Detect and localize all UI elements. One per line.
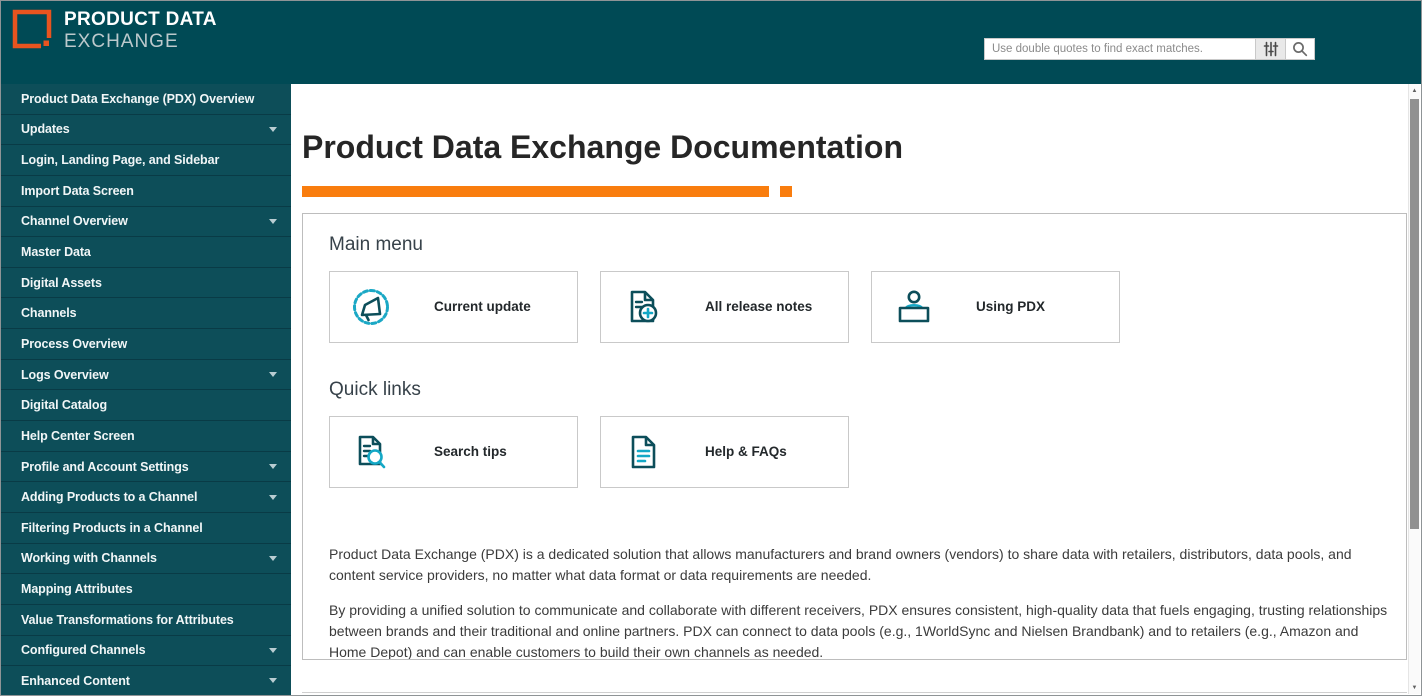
logo-line1: PRODUCT DATA [64,9,217,30]
sidebar-item-channel-overview[interactable]: Channel Overview [1,207,291,238]
search-icon [1293,42,1308,57]
sidebar-item-label: Logs Overview [21,367,109,382]
chevron-down-icon [269,555,277,561]
sidebar-item-product-data-exchange-pdx-overview[interactable]: Product Data Exchange (PDX) Overview [1,84,291,115]
sidebar-item-value-transformations-for-attributes[interactable]: Value Transformations for Attributes [1,605,291,636]
sidebar-item-master-data[interactable]: Master Data [1,237,291,268]
card-search-tips[interactable]: Search tips [329,415,578,488]
card-row: Current update All release notes Using P… [329,270,1392,343]
megaphone-seal-icon [350,285,394,329]
body-paragraph: Product Data Exchange (PDX) is a dedicat… [329,545,1352,583]
sidebar-item-import-data-screen[interactable]: Import Data Screen [1,176,291,207]
sidebar-item-configured-channels[interactable]: Configured Channels [1,636,291,667]
sidebar-item-label: Enhanced Content [21,673,130,688]
search-bar [984,38,1315,60]
sidebar-item-label: Configured Channels [21,643,146,658]
card-using-pdx[interactable]: Using PDX [871,270,1120,343]
sidebar-item-label: Product Data Exchange (PDX) Overview [21,91,255,106]
sidebar-item-label: Import Data Screen [21,183,134,198]
sidebar-item-label: Value Transformations for Attributes [21,612,234,627]
card-label: Using PDX [976,299,1046,315]
body-paragraph: By providing a unified solution to commu… [329,601,1388,660]
scrollbar-down-arrow[interactable]: ▼ [1409,681,1420,694]
filter-sliders-icon [1263,41,1278,57]
menu-section: Quick links Search tips Help & FAQs [329,379,1392,488]
sidebar-item-logs-overview[interactable]: Logs Overview [1,360,291,391]
chevron-down-icon [269,218,277,224]
sidebar-item-label: Adding Products to a Channel [21,490,198,505]
section-heading-quick-links: Quick links [329,378,421,400]
menu-section: Main menu Current update All release not… [329,234,1392,343]
search-button[interactable] [1286,38,1315,60]
app-window: PRODUCT DATA EXCHANGE Use double quotes … [0,0,1422,696]
document-text-icon [621,430,665,474]
sidebar-item-label: Master Data [21,245,91,260]
sidebar-item-help-center-screen[interactable]: Help Center Screen [1,421,291,452]
sidebar-item-updates[interactable]: Updates [1,115,291,146]
sidebar-item-label: Updates [21,122,70,137]
sidebar-item-label: Channels [21,306,77,321]
accent-bar-long [302,185,769,197]
main-content: Product Data Exchange Documentation Main… [291,84,1409,695]
sidebar-item-label: Mapping Attributes [21,582,133,597]
scrollbar-thumb[interactable] [1410,99,1419,529]
person-desk-icon [892,285,936,329]
card-label: Current update [434,299,531,315]
pdx-logo[interactable]: PRODUCT DATA EXCHANGE [12,9,217,53]
sidebar-item-label: Filtering Products in a Channel [21,520,203,535]
search-input[interactable] [984,38,1255,60]
sidebar-item-digital-assets[interactable]: Digital Assets [1,268,291,299]
sidebar-item-label: Working with Channels [21,551,157,566]
sidebar-item-label: Digital Assets [21,275,102,290]
intro-paragraphs: Product Data Exchange (PDX) is a dedicat… [329,544,1392,660]
card-label: Search tips [434,444,507,460]
document-add-icon [621,285,665,329]
pdx-logo-icon [12,9,54,51]
chevron-down-icon [269,494,277,500]
sidebar-item-working-with-channels[interactable]: Working with Channels [1,544,291,575]
sidebar-item-login-landing-page-and-sidebar[interactable]: Login, Landing Page, and Sidebar [1,145,291,176]
title-accent-bar [302,185,1409,197]
card-current-update[interactable]: Current update [329,270,578,343]
sidebar-item-adding-products-to-a-channel[interactable]: Adding Products to a Channel [1,482,291,513]
sidebar-item-label: Process Overview [21,336,128,351]
sidebar-item-label: Help Center Screen [21,428,135,443]
sidebar-item-process-overview[interactable]: Process Overview [1,329,291,360]
sidebar-item-label: Digital Catalog [21,398,108,413]
card-row: Search tips Help & FAQs [329,415,1392,488]
sidebar-item-enhanced-content[interactable]: Enhanced Content [1,666,291,695]
sidebar-item-profile-and-account-settings[interactable]: Profile and Account Settings [1,452,291,483]
logo-line2: EXCHANGE [64,30,179,52]
sidebar-item-filtering-products-in-a-channel[interactable]: Filtering Products in a Channel [1,513,291,544]
top-header: PRODUCT DATA EXCHANGE [1,1,1421,84]
section-heading-main-menu: Main menu [329,233,423,255]
card-label: All release notes [705,299,813,315]
page-title: Product Data Exchange Documentation [302,129,903,165]
sidebar-item-channels[interactable]: Channels [1,298,291,330]
chevron-down-icon [269,678,277,684]
card-help-faqs[interactable]: Help & FAQs [600,415,849,488]
sidebar-item-label: Login, Landing Page, and Sidebar [21,153,220,168]
sidebar-item-label: Profile and Account Settings [21,459,189,474]
sidebar-item-mapping-attributes[interactable]: Mapping Attributes [1,574,291,605]
scrollbar-up-arrow[interactable]: ▲ [1409,84,1420,97]
accent-bar-dot [780,185,792,197]
sidebar-item-digital-catalog[interactable]: Digital Catalog [1,390,291,422]
chevron-down-icon [269,126,277,132]
chevron-down-icon [269,464,277,469]
sidebar-item-label: Channel Overview [21,214,128,229]
next-section-divider [302,692,1407,693]
document-search-icon [350,430,394,474]
vertical-scrollbar[interactable]: ▲ ▼ [1408,84,1420,694]
card-all-release-notes[interactable]: All release notes [600,270,849,343]
sidebar-nav: Product Data Exchange (PDX) Overview Upd… [1,84,291,695]
logo-text: PRODUCT DATA EXCHANGE [64,9,217,53]
chevron-down-icon [269,647,277,653]
card-label: Help & FAQs [705,444,787,460]
chevron-down-icon [269,372,277,378]
content-panel: Main menu Current update All release not… [302,212,1407,660]
search-filter-button[interactable] [1255,38,1286,60]
